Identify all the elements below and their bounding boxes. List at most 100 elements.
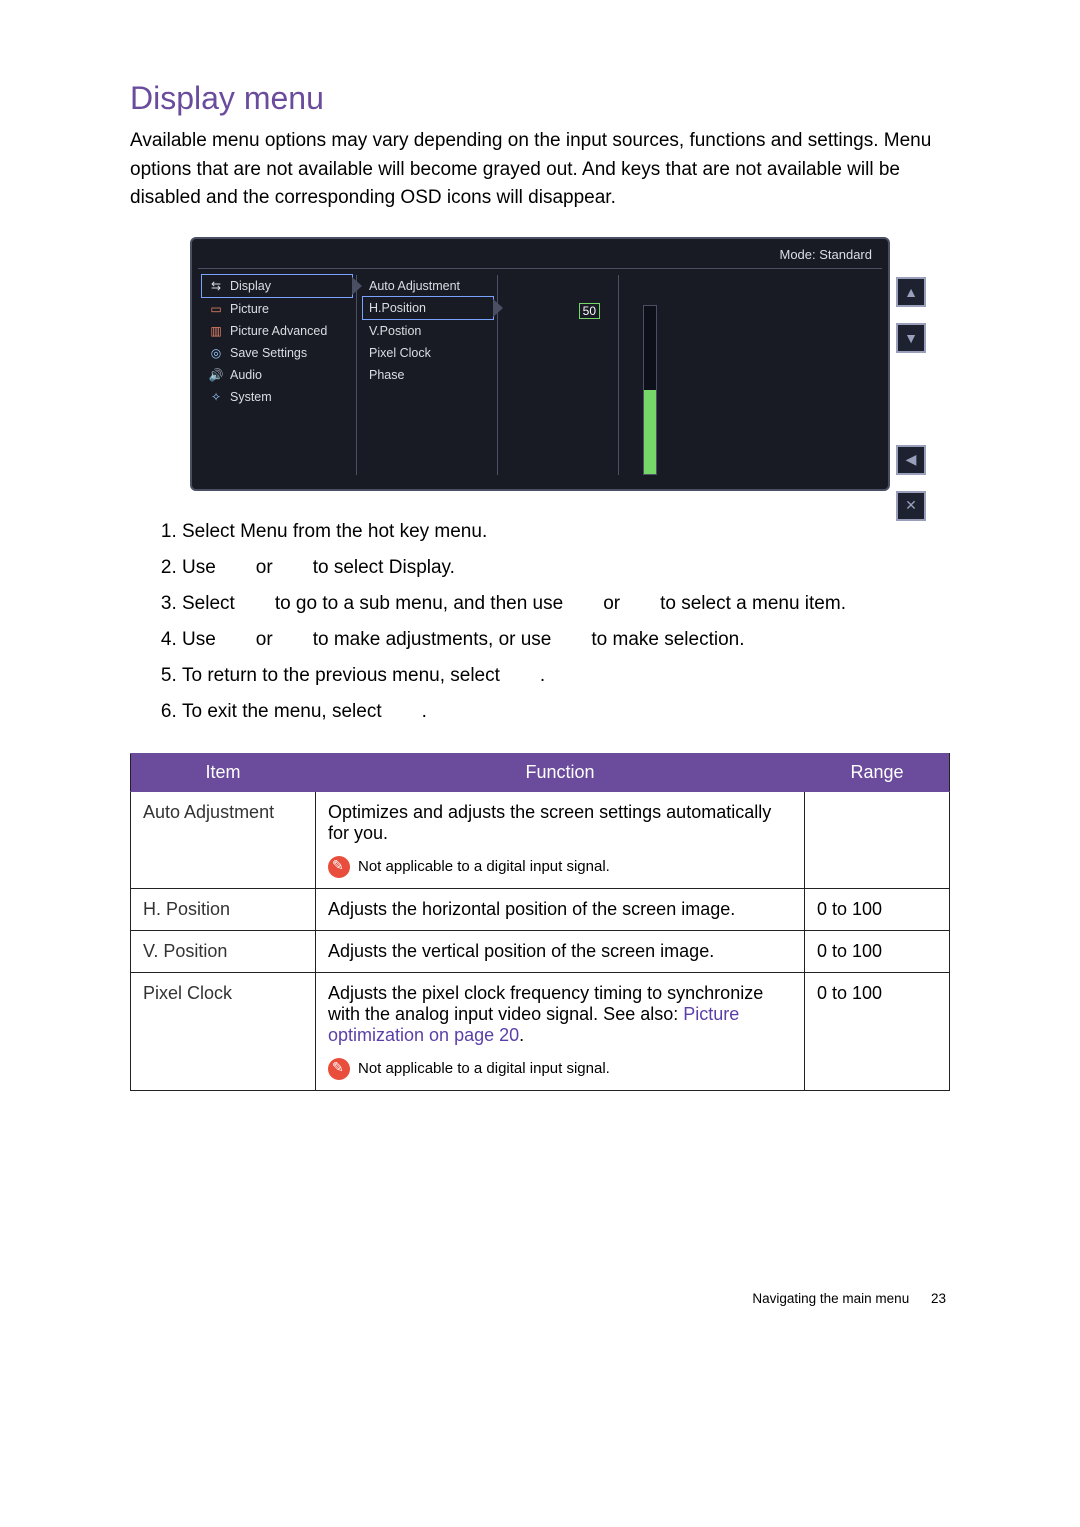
step-6: To exit the menu, select.: [182, 701, 950, 723]
step-2: Use or to select Display.: [182, 557, 950, 579]
th-function: Function: [316, 753, 805, 791]
step-3: Select to go to a sub menu, and then use o…: [182, 593, 950, 615]
function-cell: Adjusts the horizontal position of the s…: [316, 888, 805, 930]
spec-table: Item Function Range Auto Adjustment Opti…: [130, 753, 950, 1091]
text: to select a menu item.: [660, 593, 846, 614]
osd-sub-item[interactable]: H.Position: [363, 297, 493, 319]
osd-side-buttons: ▲ ▼ ◀ ✕: [896, 277, 926, 521]
down-button[interactable]: ▼: [896, 323, 926, 353]
keyword: Menu: [240, 521, 288, 542]
osd-value-column: 50: [504, 275, 619, 475]
osd-left-item-system[interactable]: ✧ System: [202, 386, 352, 408]
osd-sub-label: V.Postion: [369, 324, 421, 338]
text: to select: [313, 557, 389, 578]
text: .: [540, 665, 545, 686]
table-row: Pixel Clock Adjusts the pixel clock freq…: [131, 972, 950, 1090]
item-cell: V. Position: [131, 930, 316, 972]
note-icon: [328, 1058, 350, 1080]
item-cell: H. Position: [131, 888, 316, 930]
osd-sub-item[interactable]: Auto Adjustment: [363, 275, 493, 297]
osd-left-label: Display: [230, 279, 271, 293]
function-cell: Adjusts the pixel clock frequency timing…: [316, 972, 805, 1090]
picture-icon: ▭: [208, 302, 224, 316]
mode-prefix: Mode:: [779, 247, 819, 262]
osd-left-label: System: [230, 390, 272, 404]
down-icon: ▼: [904, 330, 918, 346]
note: Not applicable to a digital input signal…: [328, 856, 792, 878]
osd-bar-column: [625, 275, 878, 475]
th-range: Range: [805, 753, 950, 791]
step-5: To return to the previous menu, select.: [182, 665, 950, 687]
page-footer: Navigating the main menu 23: [130, 1291, 950, 1306]
osd-sub-item[interactable]: Phase: [363, 364, 493, 386]
audio-icon: 🔊: [208, 368, 224, 382]
text: Use: [182, 629, 216, 650]
step-1: Select Menu from the hot key menu.: [182, 521, 950, 543]
function-cell: Adjusts the vertical position of the scr…: [316, 930, 805, 972]
text: .: [450, 557, 455, 578]
osd-left-label: Save Settings: [230, 346, 307, 360]
text: To return to the previous menu, select: [182, 665, 500, 686]
text: from the hot key menu.: [288, 521, 488, 542]
instruction-list: Select Menu from the hot key menu. Use or…: [130, 521, 950, 723]
note-text: Not applicable to a digital input signal…: [358, 1060, 610, 1077]
footer-text: Navigating the main menu: [752, 1291, 909, 1306]
text: .: [422, 701, 427, 722]
picadv-icon: ▥: [208, 324, 224, 338]
osd-left-item-picture-advanced[interactable]: ▥ Picture Advanced: [202, 320, 352, 342]
up-button[interactable]: ▲: [896, 277, 926, 307]
back-button[interactable]: ◀: [896, 445, 926, 475]
text: or: [256, 557, 273, 578]
text: to go to a sub menu, and then use: [275, 593, 563, 614]
text: Select: [182, 521, 240, 542]
save-icon: ◎: [208, 346, 224, 360]
function-cell: Optimizes and adjusts the screen setting…: [316, 791, 805, 888]
range-cell: 0 to 100: [805, 888, 950, 930]
section-title: Display menu: [130, 80, 950, 117]
text: or: [256, 629, 273, 650]
text: or: [603, 593, 620, 614]
osd-sub-item[interactable]: V.Postion: [363, 320, 493, 342]
item-cell: Pixel Clock: [131, 972, 316, 1090]
osd-left-item-save-settings[interactable]: ◎ Save Settings: [202, 342, 352, 364]
text: Select: [182, 593, 235, 614]
text: to make adjustments, or use: [313, 629, 552, 650]
osd-sub-menu: Auto Adjustment H.Position V.Postion Pix…: [363, 275, 498, 475]
osd-value: 50: [579, 303, 600, 319]
osd-slider-fill: [644, 390, 656, 474]
note-text: Not applicable to a digital input signal…: [358, 858, 610, 875]
text: .: [519, 1025, 524, 1045]
osd-sub-label: H.Position: [369, 301, 426, 315]
keyword: Display: [389, 557, 450, 578]
note-icon: [328, 856, 350, 878]
table-row: V. Position Adjusts the vertical positio…: [131, 930, 950, 972]
exit-button[interactable]: ✕: [896, 491, 926, 521]
th-item: Item: [131, 753, 316, 791]
exit-icon: ✕: [905, 497, 917, 514]
text: Use: [182, 557, 216, 578]
item-cell: Auto Adjustment: [131, 791, 316, 888]
osd-sub-label: Auto Adjustment: [369, 279, 460, 293]
osd-sub-label: Phase: [369, 368, 404, 382]
back-icon: ◀: [906, 451, 917, 468]
range-cell: 0 to 100: [805, 930, 950, 972]
osd-left-item-display[interactable]: ⇆ Display: [202, 275, 352, 297]
display-icon: ⇆: [208, 279, 224, 293]
osd-slider-track[interactable]: [643, 305, 657, 475]
system-icon: ✧: [208, 390, 224, 404]
osd-left-item-picture[interactable]: ▭ Picture: [202, 298, 352, 320]
osd-left-menu: ⇆ Display ▭ Picture ▥ Picture Advanced ◎…: [202, 275, 357, 475]
note: Not applicable to a digital input signal…: [328, 1058, 792, 1080]
osd-left-label: Picture: [230, 302, 269, 316]
range-cell: [805, 791, 950, 888]
osd-left-item-audio[interactable]: 🔊 Audio: [202, 364, 352, 386]
up-icon: ▲: [904, 284, 918, 300]
text: to make selection.: [591, 629, 744, 650]
osd-left-label: Picture Advanced: [230, 324, 327, 338]
text: Optimizes and adjusts the screen setting…: [328, 802, 771, 843]
intro-paragraph: Available menu options may vary dependin…: [130, 127, 950, 213]
osd-left-label: Audio: [230, 368, 262, 382]
text: To exit the menu, select: [182, 701, 382, 722]
osd-sub-item[interactable]: Pixel Clock: [363, 342, 493, 364]
osd-mode-label: Mode: Standard: [198, 243, 882, 269]
